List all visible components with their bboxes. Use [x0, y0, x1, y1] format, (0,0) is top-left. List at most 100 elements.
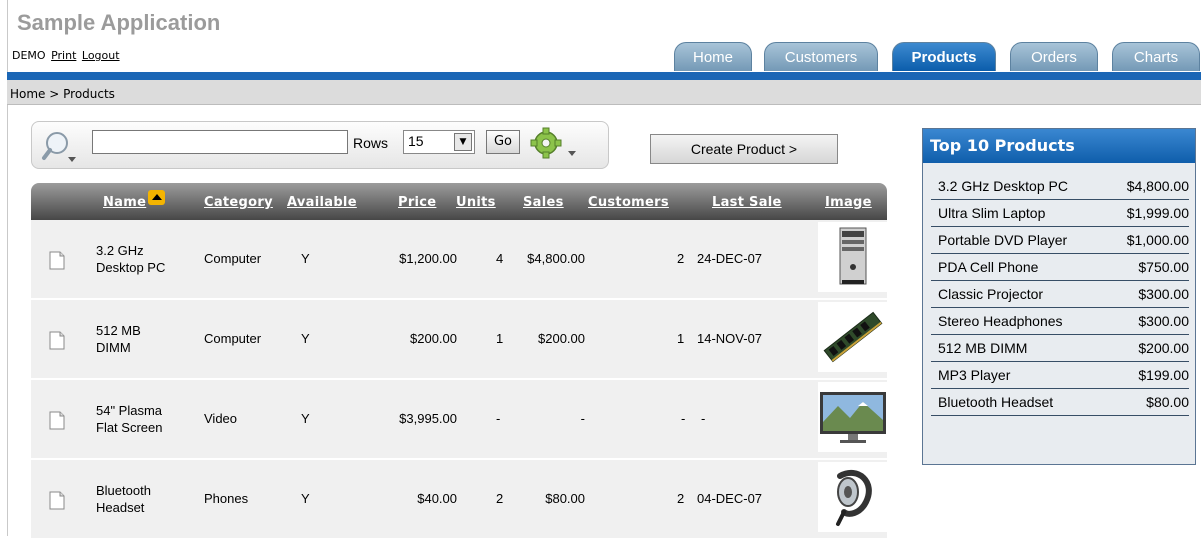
- header-last-sale[interactable]: Last Sale: [712, 195, 782, 210]
- list-item: 3.2 GHz Desktop PC $4,800.00: [931, 173, 1189, 200]
- table-row: 3.2 GHz Desktop PC Computer Y $1,200.00 4…: [31, 220, 888, 300]
- top10-item-value: $200.00: [1138, 340, 1189, 356]
- user-links: DEMO Print Logout: [12, 49, 120, 62]
- tab-products[interactable]: Products: [892, 42, 996, 71]
- cell-available: Y: [301, 251, 310, 266]
- list-item: Classic Projector $300.00: [931, 281, 1189, 308]
- create-product-button[interactable]: Create Product >: [650, 134, 838, 164]
- edit-document-icon[interactable]: [49, 251, 65, 270]
- top10-item-value: $300.00: [1138, 286, 1189, 302]
- top10-item-name: PDA Cell Phone: [938, 259, 1039, 275]
- top10-item-value: $199.00: [1138, 367, 1189, 383]
- cell-units: 4: [496, 251, 504, 266]
- headset-image: [818, 462, 888, 532]
- cell-category: Phones: [204, 491, 249, 506]
- list-item: Bluetooth Headset $80.00: [931, 389, 1189, 416]
- cell-customers: 2: [677, 251, 685, 266]
- header-bar: [7, 72, 1201, 80]
- cell-name: 54" Plasma Flat Screen: [96, 403, 163, 435]
- list-item: 512 MB DIMM $200.00: [931, 335, 1189, 362]
- top10-item-name: 3.2 GHz Desktop PC: [938, 178, 1068, 194]
- search-icon[interactable]: [40, 130, 80, 164]
- table-row: 54" Plasma Flat Screen Video Y $3,995.00 …: [31, 380, 888, 460]
- header-category[interactable]: Category: [204, 195, 273, 210]
- search-input[interactable]: [92, 130, 348, 154]
- gear-icon[interactable]: [530, 127, 580, 161]
- list-item: PDA Cell Phone $750.00: [931, 254, 1189, 281]
- cell-category: Computer: [204, 251, 262, 266]
- dropdown-arrow-icon[interactable]: ▼: [454, 133, 472, 151]
- top10-item-name: Bluetooth Headset: [938, 394, 1054, 410]
- top10-item-value: $300.00: [1138, 313, 1189, 329]
- cell-available: Y: [301, 411, 310, 426]
- list-item: Stereo Headphones $300.00: [931, 308, 1189, 335]
- top10-item-name: Classic Projector: [938, 286, 1044, 302]
- header-name[interactable]: Name: [103, 190, 166, 210]
- header-sales[interactable]: Sales: [523, 195, 564, 210]
- cell-units: 2: [496, 491, 504, 506]
- breadcrumb-bar: [7, 80, 1201, 105]
- cell-sales: $80.00: [545, 491, 585, 506]
- table-row: 512 MB DIMM Computer Y $200.00 1 $200.00 …: [31, 300, 888, 380]
- app-title: Sample Application: [17, 10, 221, 35]
- cell-sales: $200.00: [538, 331, 585, 346]
- list-item: Portable DVD Player $1,000.00: [931, 227, 1189, 254]
- plasma-screen-image: [818, 382, 888, 452]
- report-header: Name Category Available Price Units Sale…: [31, 183, 887, 220]
- list-item: MP3 Player $199.00: [931, 362, 1189, 389]
- memory-module-image: [818, 302, 888, 372]
- cell-last-sale: 14-NOV-07: [697, 331, 763, 346]
- cell-sales: $4,800.00: [527, 251, 585, 266]
- edit-document-icon[interactable]: [49, 331, 65, 350]
- edit-document-icon[interactable]: [49, 411, 65, 430]
- top10-item-value: $1,000.00: [1126, 232, 1189, 248]
- header-customers[interactable]: Customers: [588, 195, 669, 210]
- header-units[interactable]: Units: [456, 195, 496, 210]
- rows-select-value: 15: [408, 133, 424, 149]
- cell-units: -: [496, 411, 501, 426]
- rows-label: Rows: [353, 135, 389, 151]
- logout-link[interactable]: Logout: [82, 49, 120, 62]
- rows-select[interactable]: 15 ▼: [403, 130, 475, 154]
- go-button[interactable]: Go: [486, 130, 520, 154]
- top10-item-name: MP3 Player: [938, 367, 1011, 383]
- cell-last-sale: -: [701, 411, 706, 426]
- top10-title: Top 10 Products: [923, 129, 1195, 163]
- tab-orders[interactable]: Orders: [1010, 42, 1098, 71]
- cell-customers: -: [681, 411, 686, 426]
- desktop-pc-image: [818, 222, 888, 292]
- top10-item-value: $1,999.00: [1126, 205, 1189, 221]
- top10-item-value: $750.00: [1138, 259, 1189, 275]
- user-name: DEMO: [12, 49, 46, 62]
- cell-sales: -: [580, 411, 585, 426]
- cell-category: Video: [204, 411, 238, 426]
- edit-document-icon[interactable]: [49, 491, 65, 510]
- cell-price: $1,200.00: [399, 251, 457, 266]
- cell-last-sale: 24-DEC-07: [697, 251, 763, 266]
- cell-units: 1: [496, 331, 504, 346]
- cell-customers: 1: [677, 331, 685, 346]
- cell-price: $200.00: [410, 331, 457, 346]
- cell-name: 3.2 GHz Desktop PC: [96, 243, 166, 275]
- cell-price: $40.00: [417, 491, 457, 506]
- top10-region: Top 10 Products 3.2 GHz Desktop PC $4,800…: [922, 128, 1196, 465]
- cell-last-sale: 04-DEC-07: [697, 491, 763, 506]
- top10-item-name: 512 MB DIMM: [938, 340, 1028, 356]
- table-row: Bluetooth Headset Phones Y $40.00 2 $80.0…: [31, 460, 888, 540]
- print-link[interactable]: Print: [51, 49, 76, 62]
- cell-name: Bluetooth Headset: [96, 483, 151, 515]
- cell-price: $3,995.00: [399, 411, 457, 426]
- top10-item-name: Portable DVD Player: [938, 232, 1068, 248]
- list-item: Ultra Slim Laptop $1,999.00: [931, 200, 1189, 227]
- cell-available: Y: [301, 491, 310, 506]
- header-price[interactable]: Price: [398, 195, 436, 210]
- breadcrumb: Home > Products: [10, 87, 115, 101]
- cell-category: Computer: [204, 331, 262, 346]
- tab-customers[interactable]: Customers: [764, 42, 878, 71]
- header-available[interactable]: Available: [287, 195, 357, 210]
- header-image[interactable]: Image: [825, 195, 872, 210]
- tab-home[interactable]: Home: [674, 42, 752, 71]
- top10-item-value: $80.00: [1146, 394, 1189, 410]
- sort-ascending-icon[interactable]: [148, 190, 166, 205]
- tab-charts[interactable]: Charts: [1112, 42, 1200, 71]
